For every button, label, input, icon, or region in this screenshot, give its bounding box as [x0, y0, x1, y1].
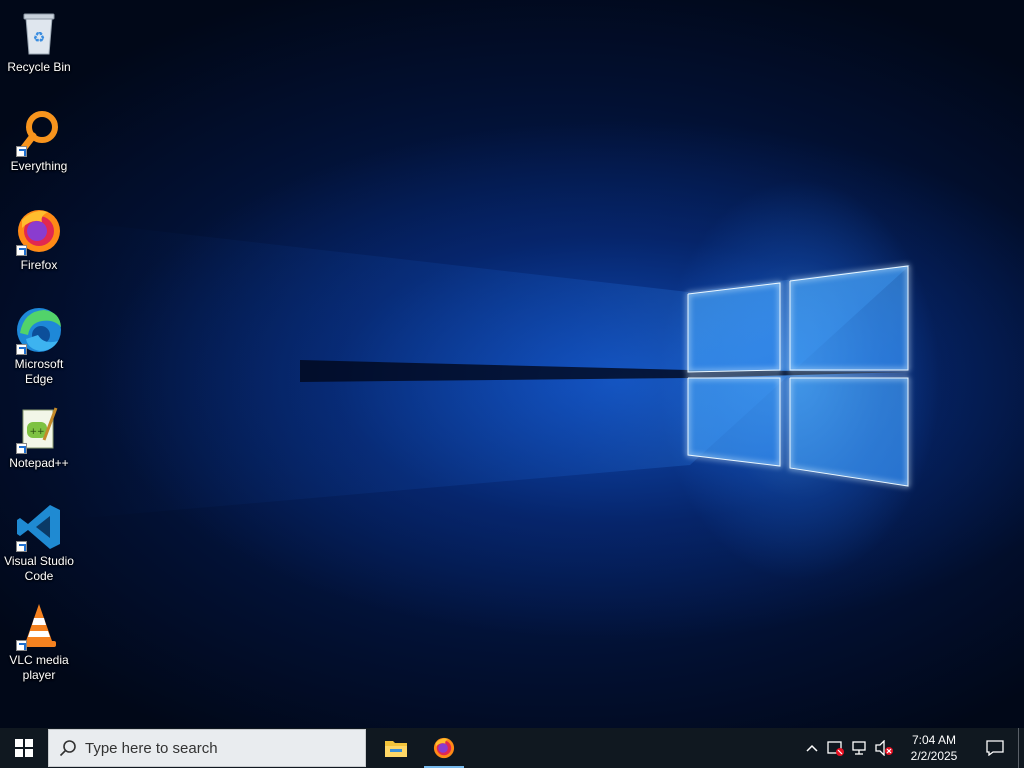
network-icon [852, 741, 866, 755]
clock[interactable]: 7:04 AM 2/2/2025 [896, 732, 972, 764]
desktop-icon-microsoft-edge[interactable]: Microsoft Edge [0, 305, 78, 387]
security-warning-icon [827, 741, 844, 756]
vscode-icon [14, 502, 64, 552]
notification-icon [986, 740, 1004, 756]
windows-logo-icon [15, 739, 33, 757]
notepad-plus-plus-icon: ++ [14, 404, 64, 454]
taskbar-file-explorer[interactable] [372, 728, 420, 768]
clock-date: 2/2/2025 [910, 749, 958, 763]
search-box[interactable]: Type here to search [48, 729, 366, 767]
recycle-bin-icon: ♻ [14, 8, 64, 58]
search-placeholder: Type here to search [85, 739, 218, 757]
svg-text:++: ++ [29, 427, 44, 437]
everything-search-icon [14, 107, 64, 157]
action-center-button[interactable] [972, 728, 1018, 768]
desktop-icon-firefox[interactable]: Firefox [0, 206, 78, 273]
desktop-icon-label: Recycle Bin [7, 60, 71, 74]
volume-tray-button[interactable] [872, 728, 896, 768]
windows-logo-wallpaper [60, 220, 910, 520]
desktop-icon-vlc-media-player[interactable]: VLC media player [0, 601, 78, 683]
system-tray: 7:04 AM 2/2/2025 [800, 728, 1024, 768]
edge-icon [14, 305, 64, 355]
desktop-icon-label: VLC media player [9, 653, 69, 682]
shortcut-arrow-icon [16, 146, 27, 157]
file-explorer-icon [385, 741, 407, 757]
firefox-icon [433, 737, 455, 759]
desktop-icon-label: Visual Studio Code [4, 554, 74, 583]
shortcut-arrow-icon [16, 344, 27, 355]
desktop-icon-label: Microsoft Edge [14, 357, 64, 386]
chevron-up-icon [806, 744, 818, 752]
shortcut-arrow-icon [16, 640, 27, 651]
show-hidden-icons-button[interactable] [800, 728, 824, 768]
show-desktop-button[interactable] [1018, 728, 1024, 768]
desktop-icon-recycle-bin[interactable]: ♻ Recycle Bin [0, 8, 78, 75]
taskbar-firefox[interactable] [420, 728, 468, 768]
desktop-icon-label: Notepad++ [9, 456, 69, 470]
clock-time: 7:04 AM [911, 733, 957, 747]
svg-text:♻: ♻ [33, 30, 46, 46]
search-icon [59, 740, 76, 757]
taskbar: Type here to search 7:04 AM 2/2/2025 [0, 728, 1024, 768]
shortcut-arrow-icon [16, 541, 27, 552]
network-tray-button[interactable] [848, 728, 872, 768]
desktop-icon-visual-studio-code[interactable]: Visual Studio Code [0, 502, 78, 584]
desktop-icon-everything[interactable]: Everything [0, 107, 78, 174]
security-tray-button[interactable] [824, 728, 848, 768]
volume-muted-icon [875, 740, 893, 756]
vlc-icon [14, 601, 64, 651]
firefox-icon [14, 206, 64, 256]
desktop-icon-notepad-plus-plus[interactable]: ++ Notepad++ [0, 404, 78, 471]
desktop-icon-label: Firefox [20, 258, 58, 272]
shortcut-arrow-icon [16, 245, 27, 256]
desktop: ♻ Recycle Bin Everything Firefox Microso… [0, 0, 1024, 728]
desktop-icon-label: Everything [10, 159, 68, 173]
start-button[interactable] [0, 728, 48, 768]
shortcut-arrow-icon [16, 443, 27, 454]
